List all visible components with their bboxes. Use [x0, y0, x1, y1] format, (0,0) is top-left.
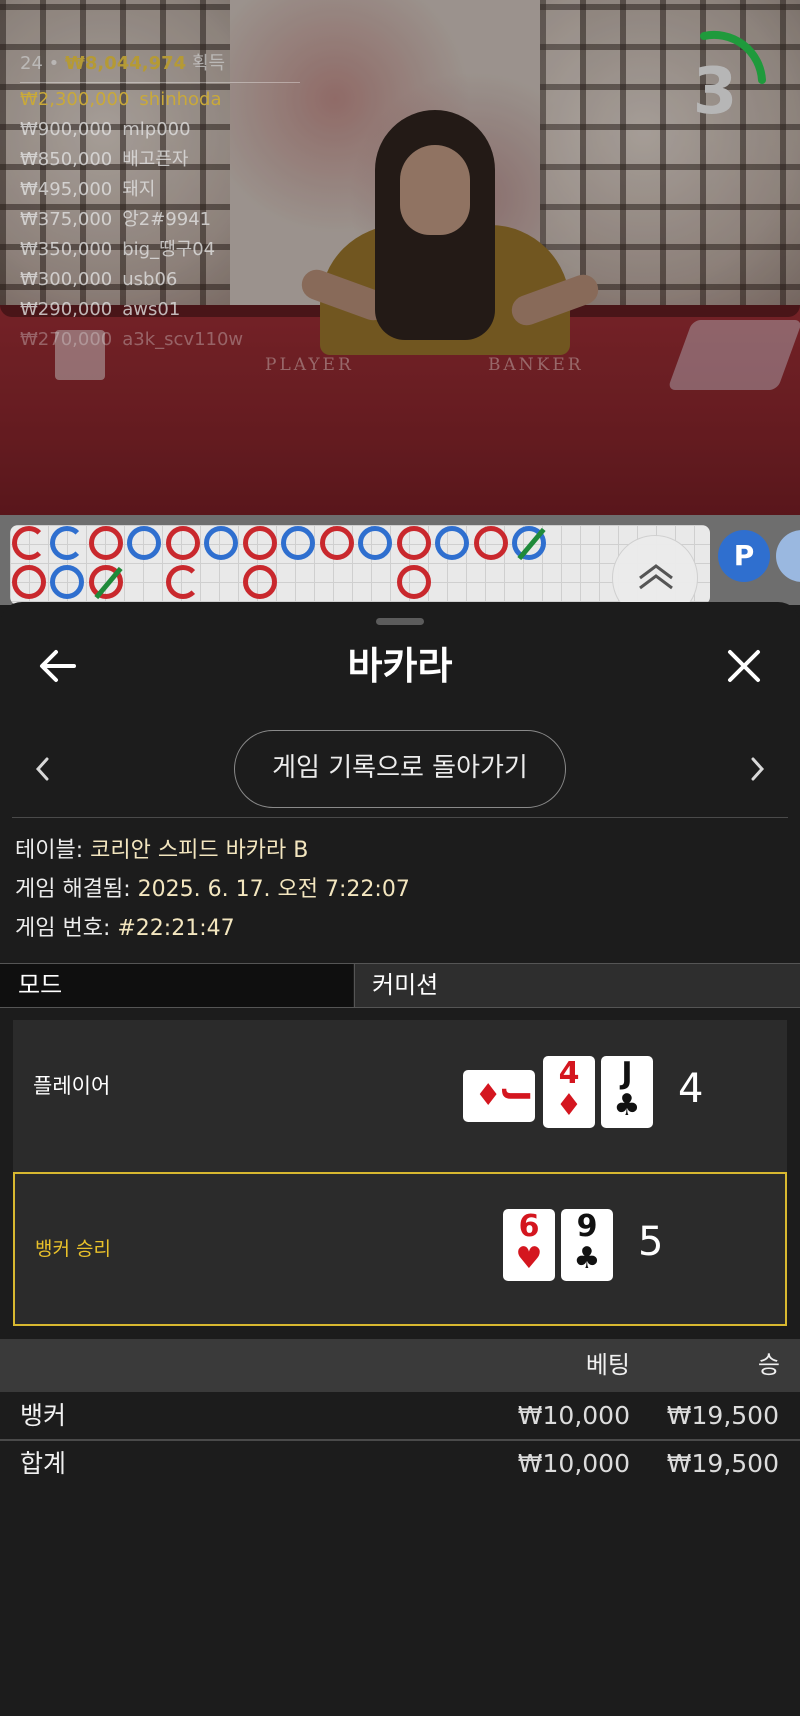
coin-icon: • — [48, 53, 60, 74]
card-rank: J — [621, 1056, 633, 1091]
player-hand-label: 플레이어 — [33, 1074, 111, 1098]
previous-game-button[interactable] — [28, 752, 58, 786]
back-button[interactable] — [34, 642, 82, 690]
total-label: 합계 — [20, 1449, 67, 1478]
resolved-info: 게임 해결됨: 2025. 6. 17. 오전 7:22:07 — [15, 875, 410, 905]
col-bet-header: 베팅 — [585, 1351, 630, 1379]
bead-banker — [12, 526, 46, 560]
banker-card-2: 9 ♣ — [561, 1209, 613, 1281]
winner-row: ₩900,000 mlp000 — [20, 119, 191, 140]
bead-banker — [320, 526, 354, 560]
table-row-total: 합계 ₩10,000 ₩19,500 — [0, 1441, 800, 1487]
card-rank: 4 — [558, 1056, 580, 1091]
chevron-left-icon — [35, 757, 49, 781]
card-suit: ♦ — [555, 1088, 583, 1123]
winner-row: ₩850,000 배고픈자 — [20, 149, 189, 170]
tie-slash — [94, 566, 123, 600]
bead-banker — [474, 526, 508, 560]
winners-total: ₩8,044,974 — [65, 53, 187, 74]
back-to-history-button[interactable]: 게임 기록으로 돌아가기 — [234, 730, 566, 808]
winners-summary: 24 • ₩8,044,974 획득 — [20, 48, 300, 80]
game-number-label: 게임 번호: — [15, 916, 118, 941]
winners-count: 24 — [20, 53, 43, 74]
game-number-value: #22:21:47 — [117, 916, 235, 941]
winner-row: ₩290,000 aws01 — [20, 299, 181, 320]
total-win-amount: ₩19,500 — [666, 1449, 779, 1478]
player-prediction-badge[interactable]: P — [718, 530, 770, 582]
bet-type: 뱅커 — [20, 1401, 67, 1430]
card-rank: 9 — [576, 1209, 598, 1244]
player-score: 4 — [678, 1066, 704, 1112]
close-icon — [728, 650, 760, 682]
bead-player — [358, 526, 392, 560]
table-info-value: 코리안 스피드 바카라 B — [90, 838, 309, 863]
winner-row: ₩495,000 돼지 — [20, 179, 156, 200]
bead-banker — [166, 565, 200, 599]
banker-hand: 뱅커 승리 6 ♥ 9 ♣ 5 — [13, 1172, 787, 1326]
card-suit: ♣ — [613, 1088, 641, 1123]
sheet-title: 바카라 — [347, 644, 453, 688]
app-root: PLAYER BANKER 24 • ₩8,044,974 획득 ₩2,300,… — [0, 0, 800, 1716]
card-suit: ♥ — [515, 1241, 543, 1276]
winner-row: ₩300,000 usb06 — [20, 269, 178, 290]
player-card-1-sideways: ♦ J — [463, 1070, 536, 1122]
banker-card-1: 6 ♥ — [503, 1209, 555, 1281]
bead-player — [127, 526, 161, 560]
col-win-header: 승 — [757, 1351, 780, 1379]
bead-player — [50, 526, 84, 560]
bets-table-header: 베팅 승 — [0, 1339, 800, 1392]
winners-divider — [20, 82, 300, 83]
table-info-label: 테이블: — [15, 838, 91, 863]
winner-row: ₩270,000 a3k_scv110w — [20, 329, 244, 350]
mode-tab[interactable]: 모드 — [0, 964, 353, 1007]
bead-player — [435, 526, 469, 560]
winners-list: 24 • ₩8,044,974 획득 ₩2,300,000 shinhoda ₩9… — [20, 48, 300, 355]
total-bet-amount: ₩10,000 — [517, 1449, 630, 1478]
winners-suffix: 획득 — [191, 53, 226, 74]
bead-player — [204, 526, 238, 560]
bead-banker — [243, 526, 277, 560]
banker-score: 5 — [638, 1219, 664, 1265]
bead-banker — [243, 565, 277, 599]
card-rank: 6 — [518, 1209, 540, 1244]
player-card-3: J ♣ — [601, 1056, 653, 1128]
bead-banker — [397, 565, 431, 599]
table-row: 뱅커 ₩10,000 ₩19,500 — [0, 1393, 800, 1439]
win-amount: ₩19,500 — [666, 1401, 779, 1430]
resolved-info-value: 2025. 6. 17. 오전 7:22:07 — [137, 877, 410, 902]
player-hand: 플레이어 ♦ J 4 ♦ J ♣ 4 — [13, 1020, 787, 1174]
winner-row: ₩375,000 앙2#9941 — [20, 209, 212, 230]
commission-tab[interactable]: 커미션 — [354, 964, 800, 1007]
mode-bar: 모드 커미션 — [0, 963, 800, 1008]
card-rank: J — [500, 1090, 536, 1102]
chevron-right-icon — [751, 757, 765, 781]
bead-road[interactable] — [10, 525, 710, 605]
winner-row: ₩350,000 big_땡구04 — [20, 239, 216, 260]
bead-banker — [89, 526, 123, 560]
bead-player-tie — [512, 526, 546, 561]
bead-banker — [12, 565, 46, 599]
bead-banker-tie — [89, 565, 123, 600]
bead-player — [50, 565, 84, 599]
resolved-info-label: 게임 해결됨: — [15, 877, 138, 902]
banker-win-label: 뱅커 승리 — [35, 1238, 111, 1260]
arrow-left-icon — [40, 650, 76, 682]
bead-banker — [397, 526, 431, 560]
tie-slash — [517, 527, 546, 561]
next-game-button[interactable] — [742, 752, 772, 786]
close-button[interactable] — [720, 642, 768, 690]
bead-player — [281, 526, 315, 560]
winner-row: ₩2,300,000 shinhoda — [20, 89, 222, 110]
card-suit: ♣ — [573, 1241, 601, 1276]
countdown-timer: 3 — [692, 55, 738, 129]
player-card-2: 4 ♦ — [543, 1056, 595, 1128]
section-divider — [12, 817, 788, 818]
table-info: 테이블: 코리안 스피드 바카라 B — [15, 836, 308, 866]
game-number-info: 게임 번호: #22:21:47 — [15, 914, 235, 944]
bead-banker — [166, 526, 200, 560]
live-video: PLAYER BANKER 24 • ₩8,044,974 획득 ₩2,300,… — [0, 0, 800, 515]
sheet-grabber[interactable] — [376, 618, 424, 625]
bet-amount: ₩10,000 — [517, 1401, 630, 1430]
